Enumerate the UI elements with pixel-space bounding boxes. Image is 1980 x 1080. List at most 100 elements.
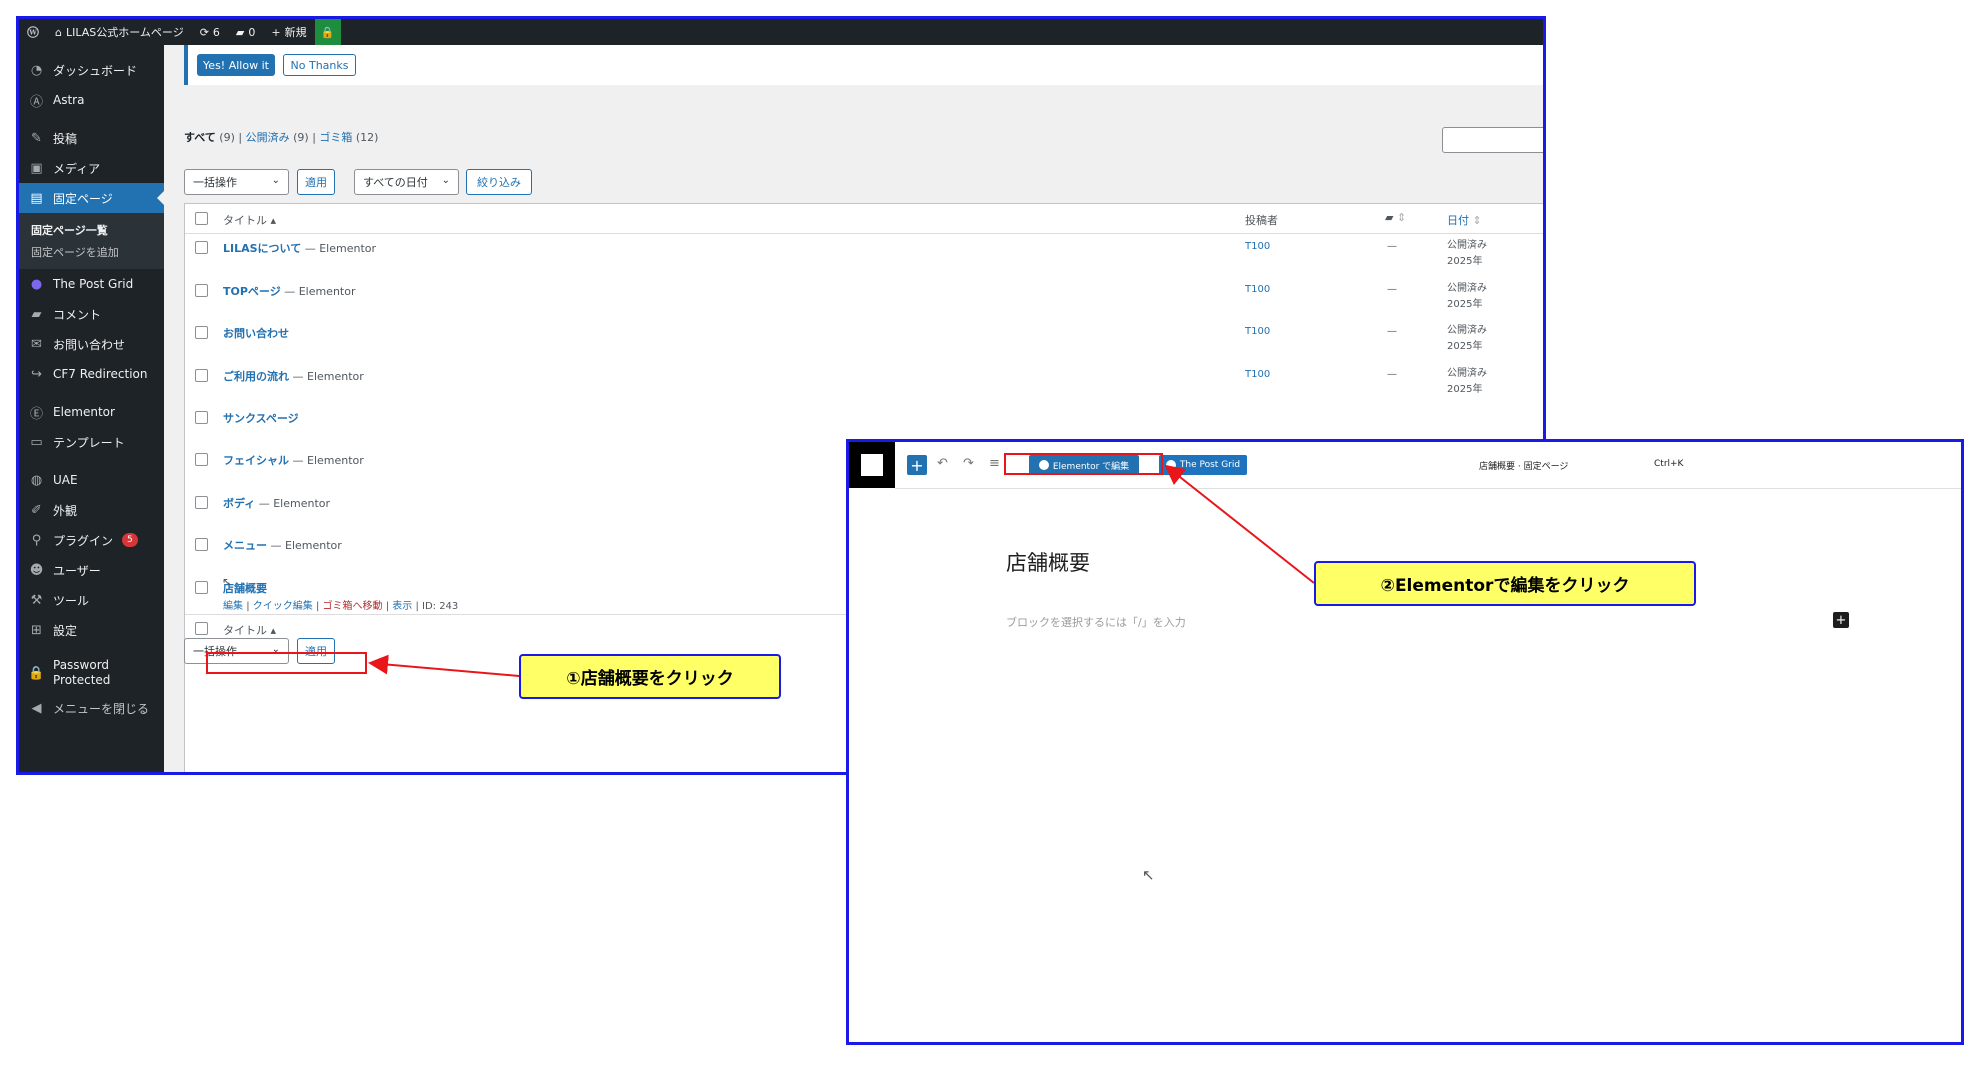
table-row-title[interactable]: フェイシャル — Elementor — [223, 452, 364, 468]
block-inserter-button[interactable]: + — [907, 455, 927, 475]
select-all-checkbox[interactable] — [195, 212, 208, 225]
row-author[interactable]: T100 — [1245, 241, 1270, 252]
row-checkbox[interactable] — [195, 538, 208, 551]
wordpress-icon[interactable]: W — [19, 19, 47, 45]
sidebar-item-appearance[interactable]: ✐ 外観 — [19, 495, 164, 525]
tutorial-composite: W ⌂ LILAS公式ホームページ ⟳ 6 ▰ 0 + 新規 🔒 ◔ ダッシュボー… — [0, 0, 1980, 1080]
new-content-link[interactable]: + 新規 — [263, 19, 314, 45]
sidebar-item-comments[interactable]: ▰ コメント — [19, 299, 164, 329]
plugin-update-badge: 5 — [122, 533, 138, 547]
elementor-icon: Ⓔ — [29, 406, 43, 422]
filter-trash[interactable]: ゴミ箱 — [319, 131, 352, 144]
sidebar-item-media[interactable]: ▣ メディア — [19, 153, 164, 183]
comments-link[interactable]: ▰ 0 — [228, 19, 263, 45]
bulk-action-select[interactable]: 一括操作 ⌄ — [184, 169, 289, 195]
sidebar-item-plugins[interactable]: ⚲ プラグイン 5 — [19, 525, 164, 555]
sidebar-item-post-grid[interactable]: ● The Post Grid — [19, 269, 164, 299]
row-checkbox[interactable] — [195, 411, 208, 424]
redirect-icon: ↪ — [31, 366, 42, 382]
table-row-title[interactable]: メニュー — Elementor — [223, 537, 342, 553]
table-row-title[interactable]: ご利用の流れ — Elementor — [223, 368, 364, 384]
sidebar-item-users[interactable]: ☻ ユーザー — [19, 555, 164, 585]
brush-icon: ✐ — [31, 502, 42, 518]
sidebar-item-password-protected[interactable]: 🔒 Password Protected — [19, 653, 164, 693]
row-author[interactable]: T100 — [1245, 326, 1270, 337]
document-title[interactable]: 店舗概要 · 固定ページ — [1479, 459, 1568, 472]
lock-icon: 🔒 — [28, 665, 45, 681]
select-all-checkbox-footer[interactable] — [195, 622, 208, 635]
callout-step1: ①店舗概要をクリック — [519, 654, 781, 699]
collapse-menu-button[interactable]: ◀ メニューを閉じる — [19, 693, 164, 723]
row-checkbox[interactable] — [195, 496, 208, 509]
sidebar-item-cf7-redirection[interactable]: ↪ CF7 Redirection — [19, 359, 164, 389]
list-view-icon[interactable]: ≡ — [989, 456, 1000, 471]
row-author[interactable]: T100 — [1245, 284, 1270, 295]
sidebar-item-posts[interactable]: ✎ 投稿 — [19, 123, 164, 153]
inline-inserter-button[interactable]: + — [1833, 612, 1849, 628]
row-checkbox[interactable] — [195, 326, 208, 339]
table-row-title[interactable]: ボディ — Elementor — [223, 495, 330, 511]
table-row-title[interactable]: TOPページ — Elementor — [223, 283, 356, 299]
filter-all[interactable]: すべて — [184, 131, 216, 144]
apply-button[interactable]: 適用 — [297, 169, 335, 195]
row-author[interactable]: T100 — [1245, 369, 1270, 380]
site-name-link[interactable]: ⌂ LILAS公式ホームページ — [47, 19, 192, 45]
updates-link[interactable]: ⟳ 6 — [192, 19, 228, 45]
editor-wordpress-icon[interactable] — [849, 442, 895, 488]
column-date-header[interactable]: 日付 ⇕ — [1447, 212, 1482, 228]
sidebar-item-dashboard[interactable]: ◔ ダッシュボード — [19, 55, 164, 85]
callout-step2: ②Elementorで編集をクリック — [1314, 561, 1696, 606]
row-comments: — — [1387, 369, 1397, 380]
view-link[interactable]: 表示 — [392, 601, 412, 612]
allow-tracking-button[interactable]: Yes! Allow it — [197, 54, 275, 76]
sidebar-item-settings[interactable]: ⊞ 設定 — [19, 615, 164, 645]
row-checkbox[interactable] — [195, 369, 208, 382]
submenu-all-pages[interactable]: 固定ページ一覧 — [31, 219, 164, 241]
sidebar-item-templates[interactable]: ▭ テンプレート — [19, 427, 164, 457]
redo-icon[interactable]: ↷ — [963, 456, 974, 471]
row-date: 公開済み 2025年 — [1447, 240, 1487, 267]
edit-link[interactable]: 編集 — [223, 601, 243, 612]
status-filters: すべて (9) | 公開済み (9) | ゴミ箱 (12) — [184, 131, 379, 144]
filter-published[interactable]: 公開済み — [246, 131, 290, 144]
row-date: 公開済み 2025年 — [1447, 283, 1487, 310]
sidebar-item-astra[interactable]: Ⓐ Astra — [19, 85, 164, 115]
row-checkbox[interactable] — [195, 581, 208, 594]
sort-icon: ▴ — [270, 624, 277, 637]
submenu-add-page[interactable]: 固定ページを追加 — [31, 241, 164, 263]
header-divider — [185, 233, 1543, 234]
page-id: ID: 243 — [422, 601, 459, 612]
row-checkbox[interactable] — [195, 284, 208, 297]
table-row-title[interactable]: お問い合わせ — [223, 325, 289, 341]
table-row-title[interactable]: LILASについて — Elementor — [223, 240, 376, 256]
sidebar-item-elementor[interactable]: Ⓔ Elementor — [19, 397, 164, 427]
row-date: 公開済み 2025年 — [1447, 325, 1487, 352]
row-checkbox[interactable] — [195, 241, 208, 254]
row-date: 公開済み 2025年 — [1447, 368, 1487, 395]
page-title[interactable]: 店舗概要 — [1006, 547, 1090, 577]
search-input[interactable] — [1442, 127, 1543, 153]
sidebar-item-uae[interactable]: ◍ UAE — [19, 465, 164, 495]
no-thanks-button[interactable]: No Thanks — [283, 54, 356, 76]
row-checkbox[interactable] — [195, 453, 208, 466]
column-title-header[interactable]: タイトル ▴ — [223, 212, 276, 228]
sidebar-item-tools[interactable]: ⚒ ツール — [19, 585, 164, 615]
grid-icon: ● — [30, 276, 43, 292]
tracking-notice — [184, 45, 1543, 85]
admin-sidebar: ◔ ダッシュボード Ⓐ Astra ✎ 投稿 ▣ メディア ▤ 固定ページ 固定ページ一覧… — [19, 45, 164, 772]
column-title-footer[interactable]: タイトル ▴ — [223, 622, 276, 638]
lock-icon[interactable]: 🔒 — [314, 19, 341, 45]
quick-edit-link[interactable]: クイック編集 — [253, 601, 313, 612]
trash-link[interactable]: ゴミ箱へ移動 — [323, 601, 383, 612]
comments-column-icon[interactable]: ▰ ⇕ — [1385, 211, 1406, 224]
filter-button[interactable]: 絞り込み — [466, 169, 532, 195]
undo-icon[interactable]: ↶ — [937, 456, 948, 471]
post-grid-button[interactable]: The Post Grid — [1159, 455, 1247, 475]
sidebar-item-contact[interactable]: ✉ お問い合わせ — [19, 329, 164, 359]
comment-icon: ▰ — [31, 306, 42, 322]
table-row-title[interactable]: サンクスページ — [223, 410, 299, 426]
settings-icon: ⊞ — [31, 622, 42, 638]
block-placeholder[interactable]: ブロックを選択するには「/」を入力 — [1006, 614, 1186, 630]
sidebar-item-pages[interactable]: ▤ 固定ページ — [19, 183, 164, 213]
date-filter-select[interactable]: すべての日付 ⌄ — [354, 169, 459, 195]
